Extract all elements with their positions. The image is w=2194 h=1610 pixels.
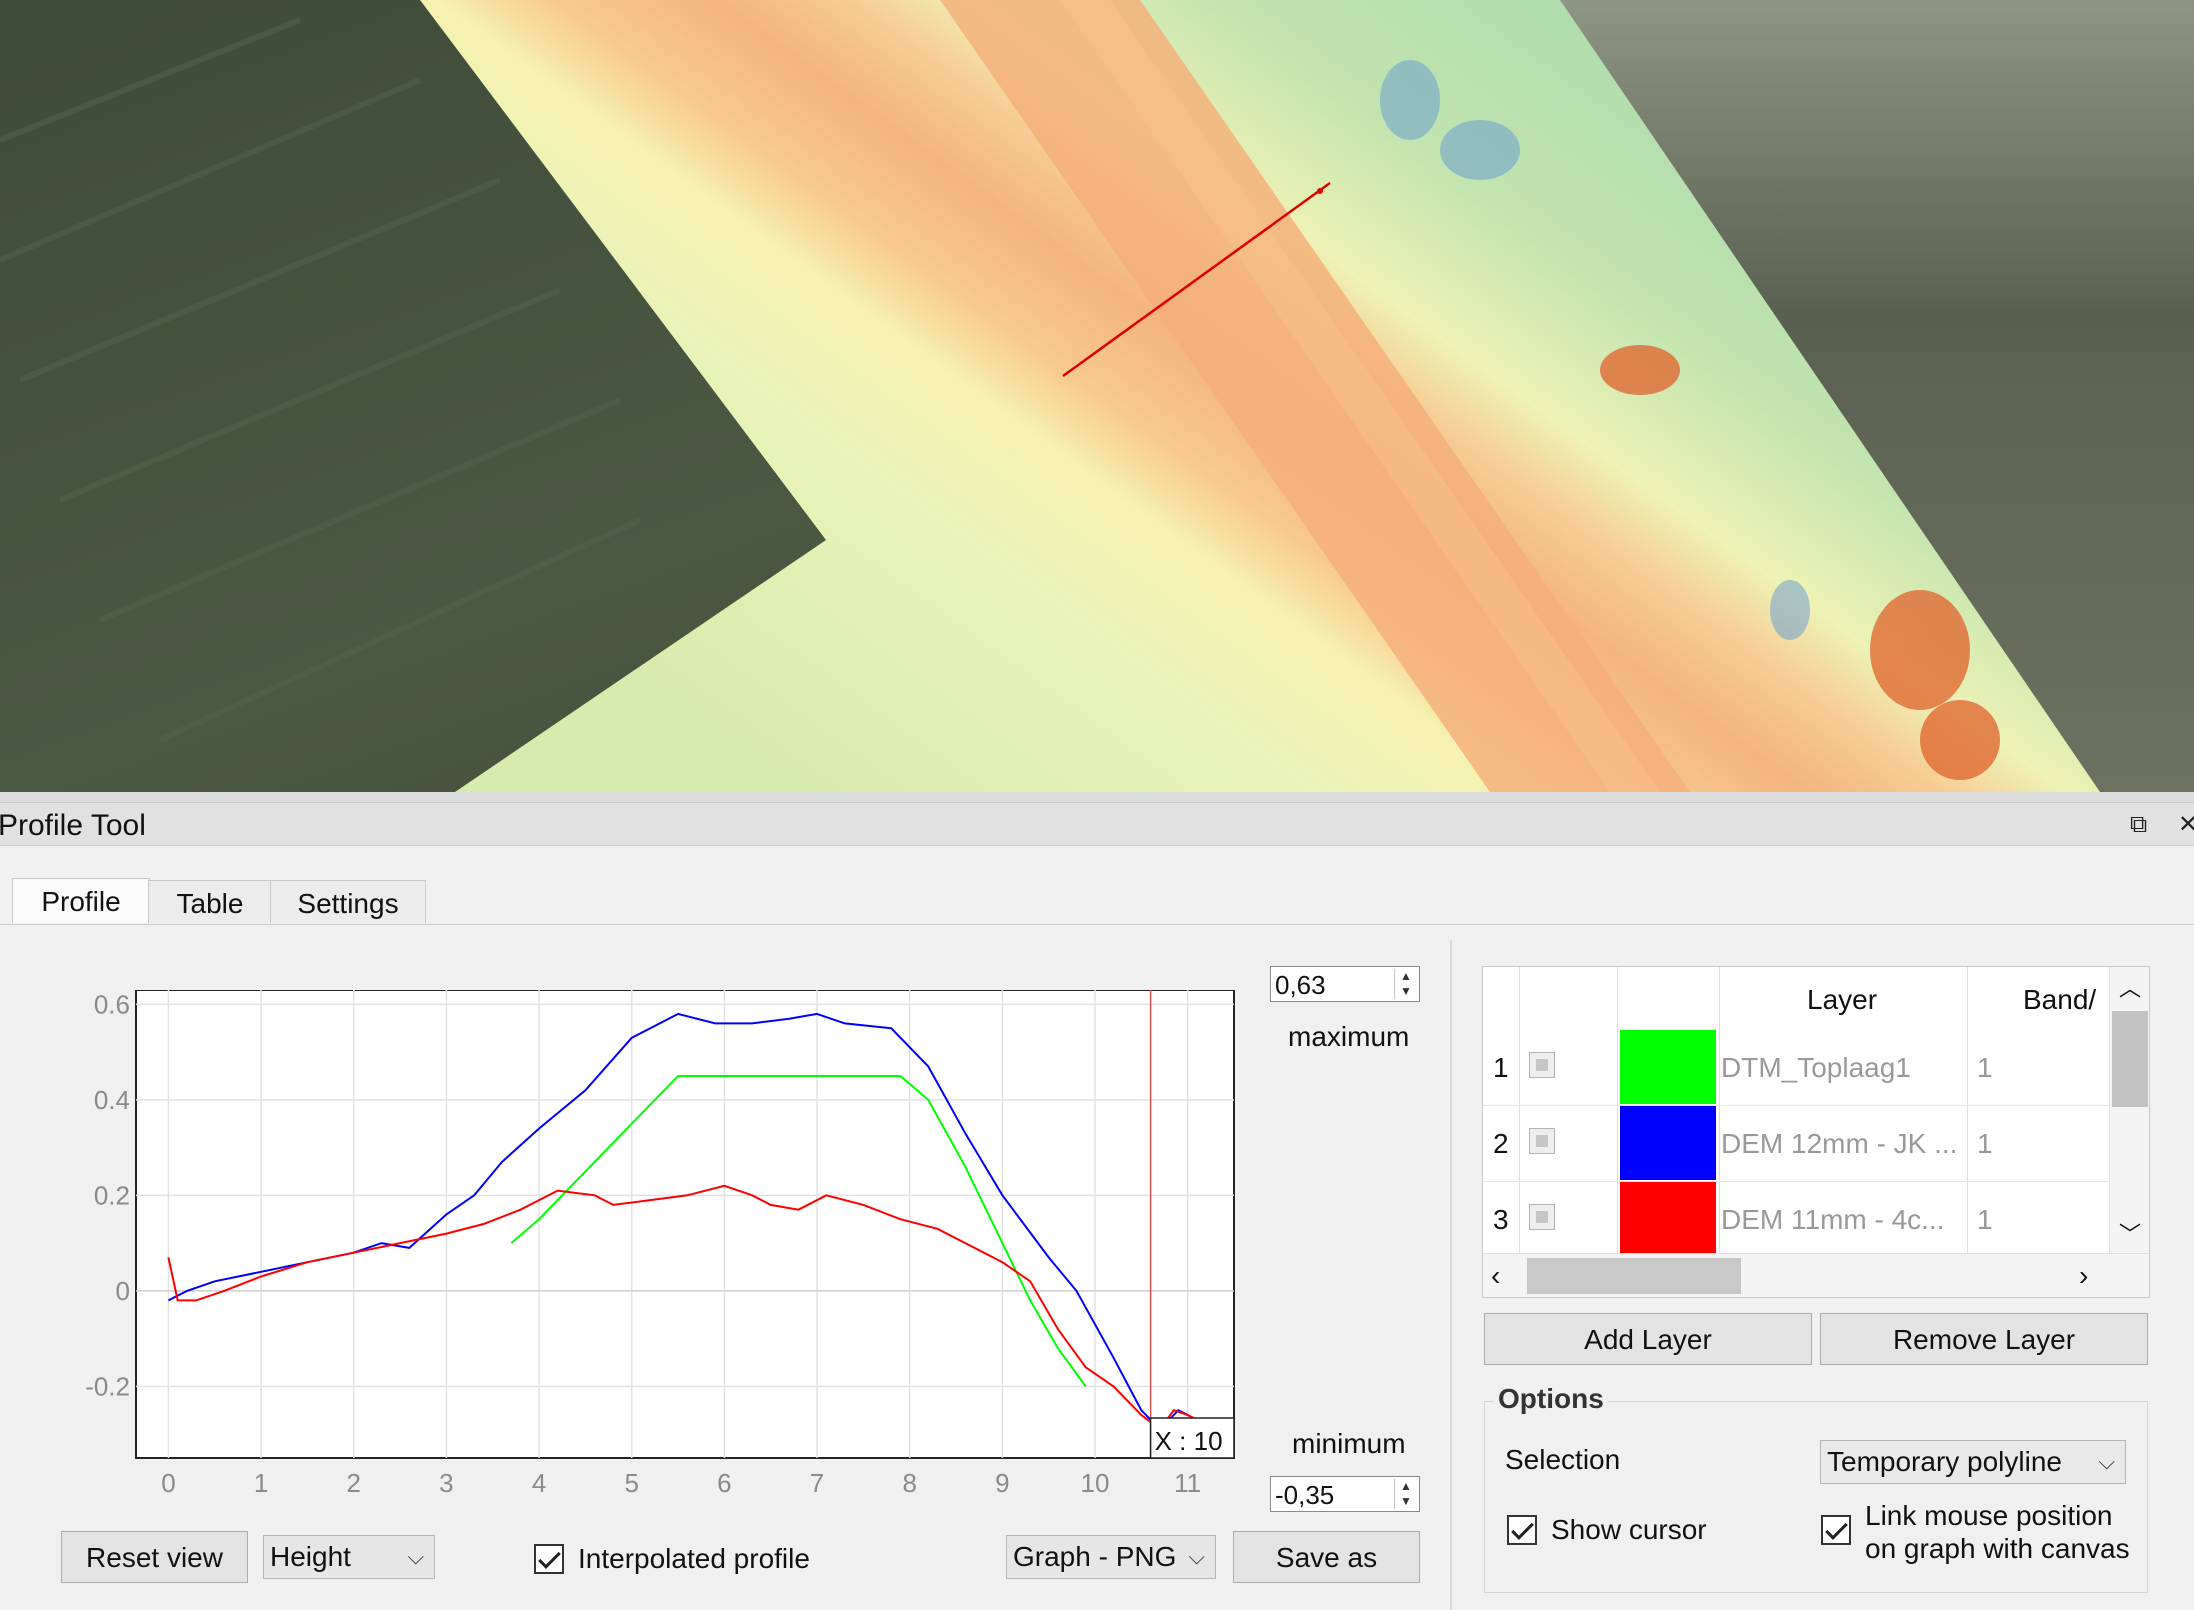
- scrollbar-thumb[interactable]: [1527, 1258, 1741, 1294]
- row-checkbox[interactable]: [1529, 1052, 1555, 1078]
- row-number: 3: [1493, 1204, 1509, 1235]
- x-tick-label: 5: [624, 1468, 638, 1498]
- panel-divider: [1450, 940, 1452, 1610]
- x-tick-label: 7: [810, 1468, 824, 1498]
- show-cursor-checkbox[interactable]: [1507, 1515, 1537, 1545]
- x-tick-label: 0: [161, 1468, 175, 1498]
- maximum-spinbox[interactable]: 0,63 ▲ ▼: [1270, 966, 1420, 1002]
- profile-tabbar: Profile Table Settings: [0, 878, 2194, 925]
- x-tick-label: 4: [532, 1468, 546, 1498]
- row-checkbox[interactable]: [1529, 1128, 1555, 1154]
- layer-color-swatch[interactable]: [1620, 1106, 1716, 1180]
- table-row[interactable]: 2 DEM 12mm - JK ... 1: [1483, 1106, 2109, 1182]
- interpolated-profile-label: Interpolated profile: [578, 1543, 810, 1574]
- y-tick-label: 0.2: [94, 1180, 130, 1210]
- map-raster-view: [0, 0, 2194, 792]
- cursor-readout: X : 10: [1155, 1426, 1223, 1456]
- show-cursor-label: Show cursor: [1551, 1514, 1707, 1545]
- chevron-down-icon: ⌵: [2098, 1449, 2115, 1474]
- chevron-down-icon: ⌵: [407, 1544, 424, 1569]
- y-tick-label: -0.2: [85, 1371, 130, 1401]
- selection-combo-value: Temporary polyline: [1827, 1446, 2062, 1477]
- chevron-down-icon[interactable]: ﹀: [2110, 1217, 2149, 1249]
- close-icon[interactable]: ✕: [2178, 813, 2194, 837]
- tab-profile[interactable]: Profile: [12, 878, 150, 923]
- spin-arrows-icon[interactable]: ▲ ▼: [1394, 1479, 1417, 1509]
- scrollbar-thumb[interactable]: [2112, 1011, 2148, 1107]
- interpolated-profile-checkbox[interactable]: [534, 1544, 564, 1574]
- vertical-scrollbar[interactable]: ︿ ﹀: [2109, 967, 2149, 1253]
- x-tick-label: 6: [717, 1468, 731, 1498]
- chevron-up-icon[interactable]: ︿: [2110, 971, 2149, 1003]
- link-mouse-label-line1: Link mouse position: [1865, 1500, 2113, 1531]
- x-tick-label: 10: [1081, 1468, 1110, 1498]
- save-as-button[interactable]: Save as: [1233, 1531, 1420, 1583]
- x-tick-label: 1: [254, 1468, 268, 1498]
- y-tick-label: 0: [116, 1276, 130, 1306]
- x-tick-label: 9: [995, 1468, 1009, 1498]
- layer-name: DEM 11mm - 4c...: [1721, 1204, 1945, 1235]
- header-band[interactable]: Band/: [2023, 967, 2096, 1033]
- chevron-down-icon: ⌵: [1188, 1544, 1205, 1569]
- tab-table[interactable]: Table: [148, 880, 272, 923]
- layer-table[interactable]: Layer Band/ 1 DTM_Toplaag1 1 2 DEM 12mm …: [1482, 966, 2150, 1298]
- row-checkbox[interactable]: [1529, 1204, 1555, 1230]
- link-mouse-checkbox[interactable]: [1821, 1515, 1851, 1545]
- layer-name: DEM 12mm - JK ...: [1721, 1128, 1958, 1159]
- layer-name: DTM_Toplaag1: [1721, 1052, 1911, 1083]
- minimum-label: minimum: [1292, 1428, 1406, 1459]
- dock-title: Profile Tool: [0, 809, 146, 842]
- profile-graph[interactable]: 0 1 2 3 4 5 6 7 8 9 10 11 0.6 0.4 0.2 0 -0.2 X : 10: [60, 990, 1240, 1500]
- link-mouse-label-line2: on graph with canvas: [1865, 1533, 2130, 1564]
- chevron-left-icon[interactable]: ‹: [1491, 1260, 1500, 1292]
- plot-frame: [135, 990, 1235, 1459]
- layer-color-swatch[interactable]: [1620, 1182, 1716, 1256]
- x-tick-label: 11: [1174, 1468, 1201, 1498]
- spin-arrows-icon[interactable]: ▲ ▼: [1394, 969, 1417, 999]
- layer-color-swatch[interactable]: [1620, 1030, 1716, 1104]
- tab-settings[interactable]: Settings: [270, 880, 426, 923]
- minimum-spinbox[interactable]: -0,35 ▲ ▼: [1270, 1476, 1420, 1512]
- float-icon[interactable]: ⧉: [2130, 813, 2154, 837]
- height-combo-value: Height: [270, 1541, 351, 1572]
- header-layer[interactable]: Layer: [1807, 967, 1877, 1033]
- reset-view-button[interactable]: Reset view: [61, 1531, 248, 1583]
- row-number: 1: [1493, 1052, 1509, 1083]
- selection-label: Selection: [1505, 1444, 1621, 1475]
- horizontal-scrollbar[interactable]: ‹ ›: [1483, 1253, 2149, 1297]
- maximum-value: 0,63: [1275, 970, 1326, 1000]
- layer-band: 1: [1977, 1204, 1993, 1235]
- table-row[interactable]: 3 DEM 11mm - 4c... 1: [1483, 1182, 2109, 1258]
- dock-splitter[interactable]: [0, 792, 2194, 803]
- dock-titlebar[interactable]: Profile Tool ⧉ ✕: [0, 803, 2194, 846]
- layer-band: 1: [1977, 1128, 1993, 1159]
- layer-band: 1: [1977, 1052, 1993, 1083]
- x-tick-label: 3: [439, 1468, 453, 1498]
- remove-layer-button[interactable]: Remove Layer: [1820, 1313, 2148, 1365]
- y-tick-label: 0.6: [94, 990, 130, 1019]
- x-tick-label: 2: [347, 1468, 361, 1498]
- table-row[interactable]: 1 DTM_Toplaag1 1: [1483, 1030, 2109, 1106]
- export-format-value: Graph - PNG: [1013, 1541, 1177, 1572]
- minimum-value: -0,35: [1275, 1480, 1335, 1510]
- link-mouse-label: Link mouse position on graph with canvas: [1865, 1499, 2130, 1565]
- options-title: Options: [1494, 1383, 1608, 1415]
- add-layer-button[interactable]: Add Layer: [1484, 1313, 1812, 1365]
- map-canvas[interactable]: [0, 0, 2194, 792]
- x-tick-label: 8: [902, 1468, 916, 1498]
- export-format-combo[interactable]: Graph - PNG ⌵: [1006, 1535, 1216, 1579]
- chevron-right-icon[interactable]: ›: [2079, 1260, 2088, 1292]
- selection-combo[interactable]: Temporary polyline ⌵: [1820, 1440, 2126, 1484]
- y-tick-label: 0.4: [94, 1085, 130, 1115]
- row-number: 2: [1493, 1128, 1509, 1159]
- maximum-label: maximum: [1288, 1021, 1410, 1052]
- height-combo[interactable]: Height ⌵: [263, 1535, 435, 1579]
